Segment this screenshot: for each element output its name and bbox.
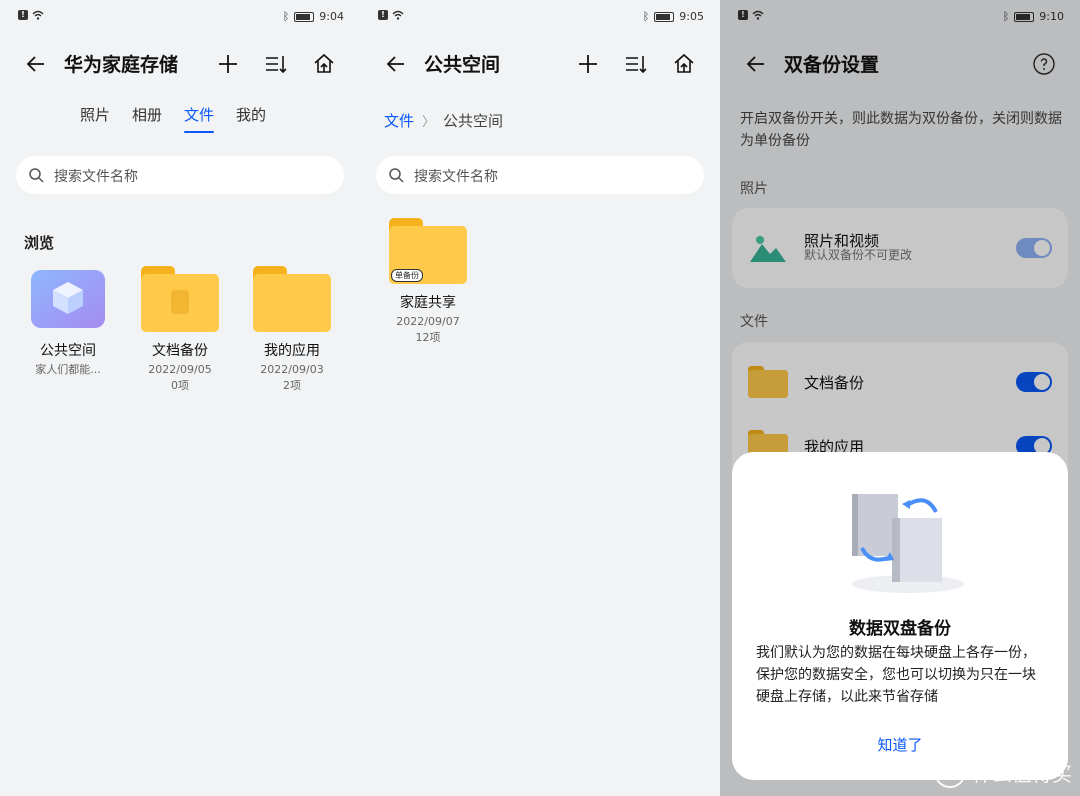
watermark-text: 什么值得买 — [972, 761, 1072, 786]
status-bar: ! ᛒ 9:04 — [18, 8, 344, 28]
item-date: 2022/09/05 — [148, 363, 212, 376]
item-doc-backup[interactable]: 文档备份 2022/09/05 0项 — [125, 266, 235, 394]
alert-icon: ! — [18, 10, 28, 20]
home-storage-icon[interactable] — [312, 52, 336, 76]
battery-icon — [294, 11, 315, 22]
tab-mine[interactable]: 我的 — [236, 104, 266, 133]
alert-icon: ! — [378, 10, 388, 20]
bluetooth-icon: ᛒ — [642, 10, 650, 23]
item-count: 2项 — [283, 379, 301, 392]
tab-files[interactable]: 文件 — [184, 104, 215, 133]
dual-disk-illustration-icon — [852, 494, 964, 593]
screen-home-storage: ! ᛒ 9:04 华为家庭存储 照片 相册 文件 我的 搜索文件名称 浏览 公共空… — [0, 0, 360, 796]
tab-photos[interactable]: 照片 — [80, 104, 110, 133]
item-date: 2022/09/07 — [396, 315, 460, 328]
app-bar: 公共空间 — [360, 44, 720, 84]
add-icon[interactable] — [576, 52, 600, 76]
dual-backup-dialog: 数据双盘备份 我们默认为您的数据在每块硬盘上各存一份，保护您的数据安全，您也可以… — [732, 452, 1068, 780]
item-name: 公共空间 — [40, 343, 96, 359]
status-time: 9:05 — [679, 10, 704, 23]
search-icon — [389, 168, 404, 183]
item-public-space[interactable]: 公共空间 家人们都能... — [13, 270, 123, 378]
folder-icon: 单备份 — [389, 218, 467, 284]
search-input[interactable]: 搜索文件名称 — [376, 156, 704, 194]
add-icon[interactable] — [216, 52, 240, 76]
tab-bar: 照片 相册 文件 我的 — [80, 104, 266, 133]
watermark: 值 什么值得买 — [934, 756, 1072, 788]
home-storage-icon[interactable] — [672, 52, 696, 76]
page-title: 华为家庭存储 — [64, 54, 179, 76]
search-placeholder: 搜索文件名称 — [54, 169, 138, 185]
item-name: 家庭共享 — [400, 295, 456, 311]
page-title: 公共空间 — [424, 54, 501, 76]
screen-public-space: ! ᛒ 9:05 公共空间 文件〉公共空间 搜索文件名称 单备份 家庭共享 202… — [360, 0, 720, 796]
watermark-logo-icon: 值 — [934, 756, 966, 788]
item-count: 0项 — [171, 379, 189, 392]
app-bar: 华为家庭存储 — [0, 44, 360, 84]
status-time: 9:04 — [319, 10, 344, 23]
dialog-body: 我们默认为您的数据在每块硬盘上各存一份，保护您的数据安全，您也可以切换为只在一块… — [756, 645, 1036, 705]
sort-icon[interactable] — [624, 52, 648, 76]
dialog-title: 数据双盘备份 — [849, 619, 951, 639]
public-space-cube-icon — [31, 270, 105, 328]
wifi-icon — [32, 10, 44, 20]
search-input[interactable]: 搜索文件名称 — [16, 156, 344, 194]
item-name: 文档备份 — [152, 343, 208, 359]
status-bar: ! ᛒ 9:05 — [378, 8, 704, 28]
item-subtitle: 家人们都能... — [35, 363, 101, 376]
sort-icon[interactable] — [264, 52, 288, 76]
chevron-right-icon: 〉 — [422, 115, 436, 130]
section-title-browse: 浏览 — [24, 234, 55, 252]
tab-albums[interactable]: 相册 — [132, 104, 162, 133]
single-backup-badge: 单备份 — [391, 269, 423, 282]
item-date: 2022/09/03 — [260, 363, 324, 376]
search-icon — [29, 168, 44, 183]
breadcrumb-current: 公共空间 — [443, 112, 504, 130]
breadcrumb-files[interactable]: 文件 — [384, 112, 414, 130]
item-my-apps[interactable]: 我的应用 2022/09/03 2项 — [237, 266, 347, 394]
item-count: 12项 — [415, 331, 441, 344]
search-placeholder: 搜索文件名称 — [414, 169, 498, 185]
screen-dual-backup-settings: ! ᛒ 9:10 双备份设置 开启双备份开关，则此数据为双份备份，关闭则数据为单份… — [720, 0, 1080, 796]
item-name: 我的应用 — [264, 343, 320, 359]
item-family-share[interactable]: 单备份 家庭共享 2022/09/07 12项 — [373, 218, 483, 346]
got-it-button[interactable]: 知道了 — [732, 734, 1068, 755]
back-arrow-icon[interactable] — [384, 52, 408, 76]
breadcrumb: 文件〉公共空间 — [384, 110, 503, 131]
folder-icon — [141, 266, 219, 332]
back-arrow-icon[interactable] — [24, 52, 48, 76]
bluetooth-icon: ᛒ — [282, 10, 290, 23]
wifi-icon — [392, 10, 404, 20]
folder-icon — [253, 266, 331, 332]
battery-icon — [654, 11, 675, 22]
